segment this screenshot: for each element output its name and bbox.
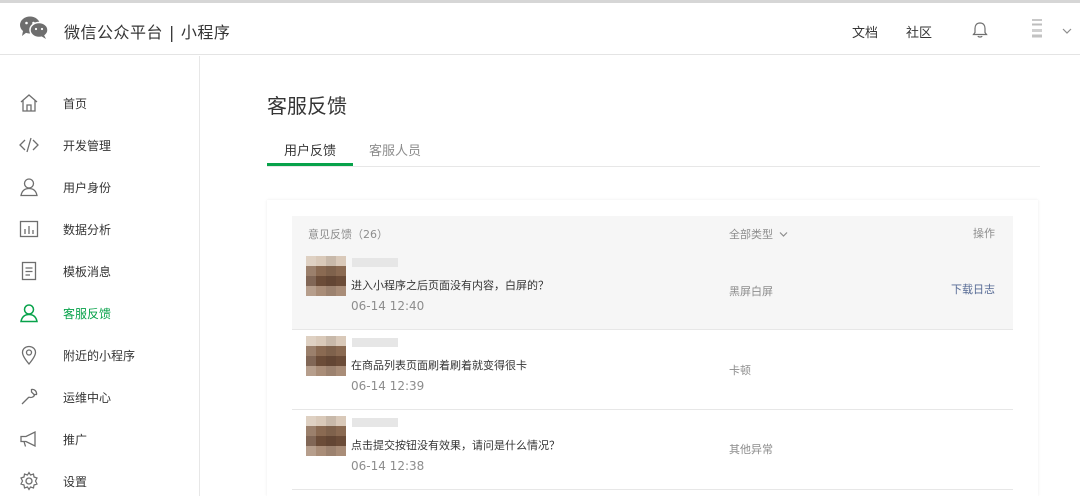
tab-user-feedback[interactable]: 用户反馈 [284, 140, 336, 159]
feedback-content: 点击提交按钮没有效果，请问是什么情况？ [351, 439, 560, 452]
document-icon [21, 261, 37, 281]
tab-bar: 用户反馈 客服人员 [267, 132, 1040, 167]
account-avatar[interactable] [1024, 17, 1048, 45]
bar-chart-icon [19, 220, 39, 238]
gear-icon [20, 471, 38, 491]
home-icon [20, 94, 38, 112]
sidebar-item-label: 客服反馈 [63, 307, 112, 321]
sidebar-item-dev-management[interactable]: 开发管理 [0, 124, 198, 166]
tab-customer-service-staff[interactable]: 客服人员 [369, 140, 421, 159]
product-name: 小程序 [180, 23, 231, 42]
feedback-panel: 意见反馈（26） 全部类型 操作 进入小程序之后页面没有内容，白屏的？ 06-1… [267, 200, 1038, 496]
customer-service-icon [20, 304, 38, 323]
chevron-down-icon[interactable] [1062, 27, 1072, 35]
feedback-type: 其他异常 [729, 443, 773, 456]
operation-header: 操作 [973, 227, 995, 240]
brand-name: 微信公众平台 [64, 23, 164, 42]
brand-separator: | [169, 23, 175, 42]
user-avatar [306, 256, 346, 296]
sidebar-item-ops-center[interactable]: 运维中心 [0, 376, 198, 418]
feedback-row[interactable]: 点击提交按钮没有效果，请问是什么情况？ 06-14 12:38 其他异常 [292, 410, 1013, 490]
download-log-link[interactable]: 下载日志 [951, 281, 995, 297]
wrench-icon [21, 388, 38, 405]
sidebar-item-label: 数据分析 [63, 223, 112, 237]
docs-link[interactable]: 文档 [852, 22, 878, 41]
feedback-content: 在商品列表页面刷着刷着就变得很卡 [351, 359, 527, 372]
sidebar-item-label: 首页 [63, 97, 88, 111]
sidebar-item-nearby-mini-programs[interactable]: 附近的小程序 [0, 334, 198, 376]
feedback-list-header: 意见反馈（26） 全部类型 操作 [292, 216, 1013, 250]
feedback-type: 黑屏白屏 [729, 285, 773, 298]
sidebar-item-home[interactable]: 首页 [0, 82, 198, 124]
sidebar-item-label: 开发管理 [63, 139, 112, 153]
type-filter-label: 全部类型 [729, 228, 773, 241]
user-name-blurred [352, 338, 398, 347]
sidebar-item-label: 附近的小程序 [63, 349, 136, 363]
megaphone-icon [20, 430, 36, 448]
sidebar-item-template-message[interactable]: 模板消息 [0, 250, 198, 292]
user-name-blurred [352, 418, 398, 427]
chevron-down-icon [779, 232, 787, 237]
sidebar-item-label: 用户身份 [63, 181, 112, 195]
bell-icon[interactable] [970, 20, 990, 40]
top-bar: 微信公众平台 | 小程序 文档 社区 [0, 0, 1080, 55]
sidebar-item-label: 设置 [63, 475, 88, 489]
sidebar-item-label: 运维中心 [63, 391, 112, 405]
feedback-row[interactable]: 在商品列表页面刷着刷着就变得很卡 06-14 12:39 卡顿 [292, 330, 1013, 410]
sidebar: 首页 开发管理 用户身份 数据分析 模板消息 客服反馈 附近的小程序 运维中心 … [0, 56, 200, 496]
feedback-time: 06-14 12:40 [351, 299, 425, 313]
location-pin-icon [21, 345, 37, 366]
wechat-logo-icon[interactable] [19, 15, 49, 41]
feedback-count: 意见反馈（26） [308, 228, 388, 241]
user-avatar [306, 336, 346, 376]
page-title: 客服反馈 [267, 94, 347, 118]
sidebar-item-label: 推广 [63, 433, 88, 447]
feedback-type: 卡顿 [729, 364, 751, 377]
active-tab-indicator [267, 163, 353, 166]
code-icon [19, 137, 39, 153]
sidebar-item-customer-feedback[interactable]: 客服反馈 [0, 292, 198, 334]
community-link[interactable]: 社区 [906, 22, 932, 41]
sidebar-item-data-analysis[interactable]: 数据分析 [0, 208, 198, 250]
sidebar-item-label: 模板消息 [63, 265, 112, 279]
sidebar-item-user-identity[interactable]: 用户身份 [0, 166, 198, 208]
platform-title: 微信公众平台 | 小程序 [64, 19, 230, 43]
feedback-time: 06-14 12:39 [351, 379, 425, 393]
user-name-blurred [352, 258, 398, 267]
type-filter-dropdown[interactable]: 全部类型 [729, 226, 788, 242]
feedback-content: 进入小程序之后页面没有内容，白屏的？ [351, 279, 549, 292]
user-icon [20, 178, 38, 197]
feedback-time: 06-14 12:38 [351, 459, 425, 473]
sidebar-item-settings[interactable]: 设置 [0, 460, 198, 496]
feedback-row[interactable]: 进入小程序之后页面没有内容，白屏的？ 06-14 12:40 黑屏白屏 下载日志 [292, 250, 1013, 330]
sidebar-item-promotion[interactable]: 推广 [0, 418, 198, 460]
user-avatar [306, 416, 346, 456]
